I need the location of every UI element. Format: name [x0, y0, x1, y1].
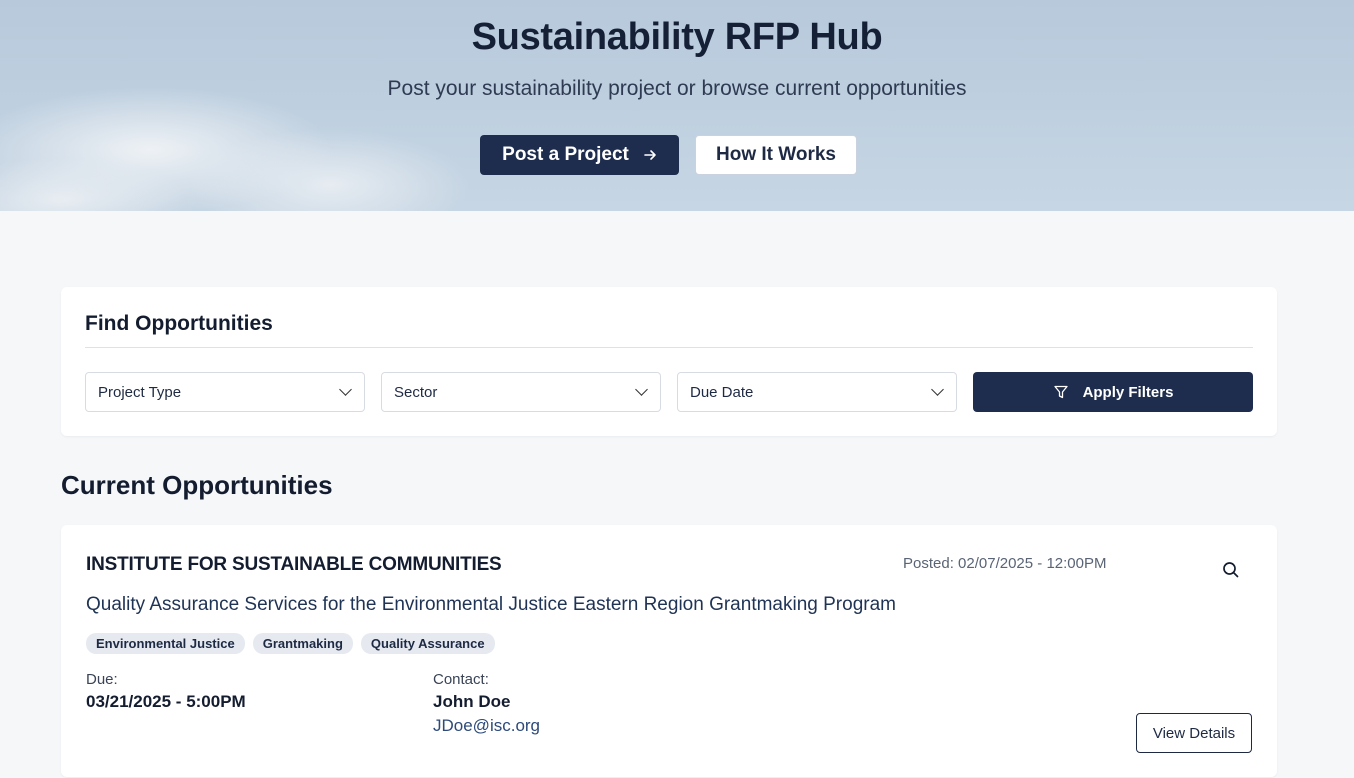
chevron-down-icon: [931, 383, 944, 396]
project-type-select[interactable]: Project Type: [85, 372, 365, 412]
apply-filters-button[interactable]: Apply Filters: [973, 372, 1253, 412]
due-date-select[interactable]: Due Date: [677, 372, 957, 412]
post-project-button[interactable]: Post a Project: [480, 135, 679, 175]
search-icon[interactable]: [1221, 560, 1241, 580]
contact-name: John Doe: [433, 692, 511, 711]
post-project-label: Post a Project: [502, 144, 629, 165]
chevron-down-icon: [635, 383, 648, 396]
opportunities-heading: Current Opportunities: [61, 470, 333, 500]
tag: Quality Assurance: [360, 633, 495, 654]
divider: [85, 347, 1253, 348]
filter-icon: [1053, 385, 1068, 399]
hero-subtitle: Post your sustainability project or brow…: [387, 77, 967, 100]
contact-label: Contact:: [433, 671, 489, 688]
contact-email-link[interactable]: JDoe@isc.org: [433, 716, 540, 736]
tag: Environmental Justice: [86, 633, 245, 654]
tag: Grantmaking: [252, 633, 353, 654]
opportunity-card: INSTITUTE FOR SUSTAINABLE COMMUNITIES Po…: [61, 525, 1277, 777]
tag-list: Environmental Justice Grantmaking Qualit…: [86, 633, 495, 654]
chevron-down-icon: [339, 383, 352, 396]
due-date-label: Due Date: [690, 383, 754, 401]
due-value: 03/21/2025 - 5:00PM: [86, 692, 246, 711]
opportunity-title[interactable]: Quality Assurance Services for the Envir…: [86, 594, 896, 616]
view-details-button[interactable]: View Details: [1136, 713, 1252, 753]
project-type-label: Project Type: [98, 383, 182, 401]
apply-filters-label: Apply Filters: [1082, 383, 1174, 401]
sector-select[interactable]: Sector: [381, 372, 661, 412]
sector-label: Sector: [394, 383, 438, 401]
filter-panel: Find Opportunities Project Type Sector D…: [61, 287, 1277, 436]
page-title: Sustainability RFP Hub: [471, 16, 883, 58]
hero-banner: Sustainability RFP Hub Post your sustain…: [0, 0, 1354, 211]
posted-date: Posted: 02/07/2025 - 12:00PM: [903, 555, 1107, 572]
how-it-works-button[interactable]: How It Works: [695, 135, 857, 175]
due-label: Due:: [86, 671, 118, 688]
organization-name: INSTITUTE FOR SUSTAINABLE COMMUNITIES: [86, 554, 502, 575]
filter-panel-title: Find Opportunities: [85, 312, 273, 335]
arrow-right-icon: [644, 150, 656, 160]
